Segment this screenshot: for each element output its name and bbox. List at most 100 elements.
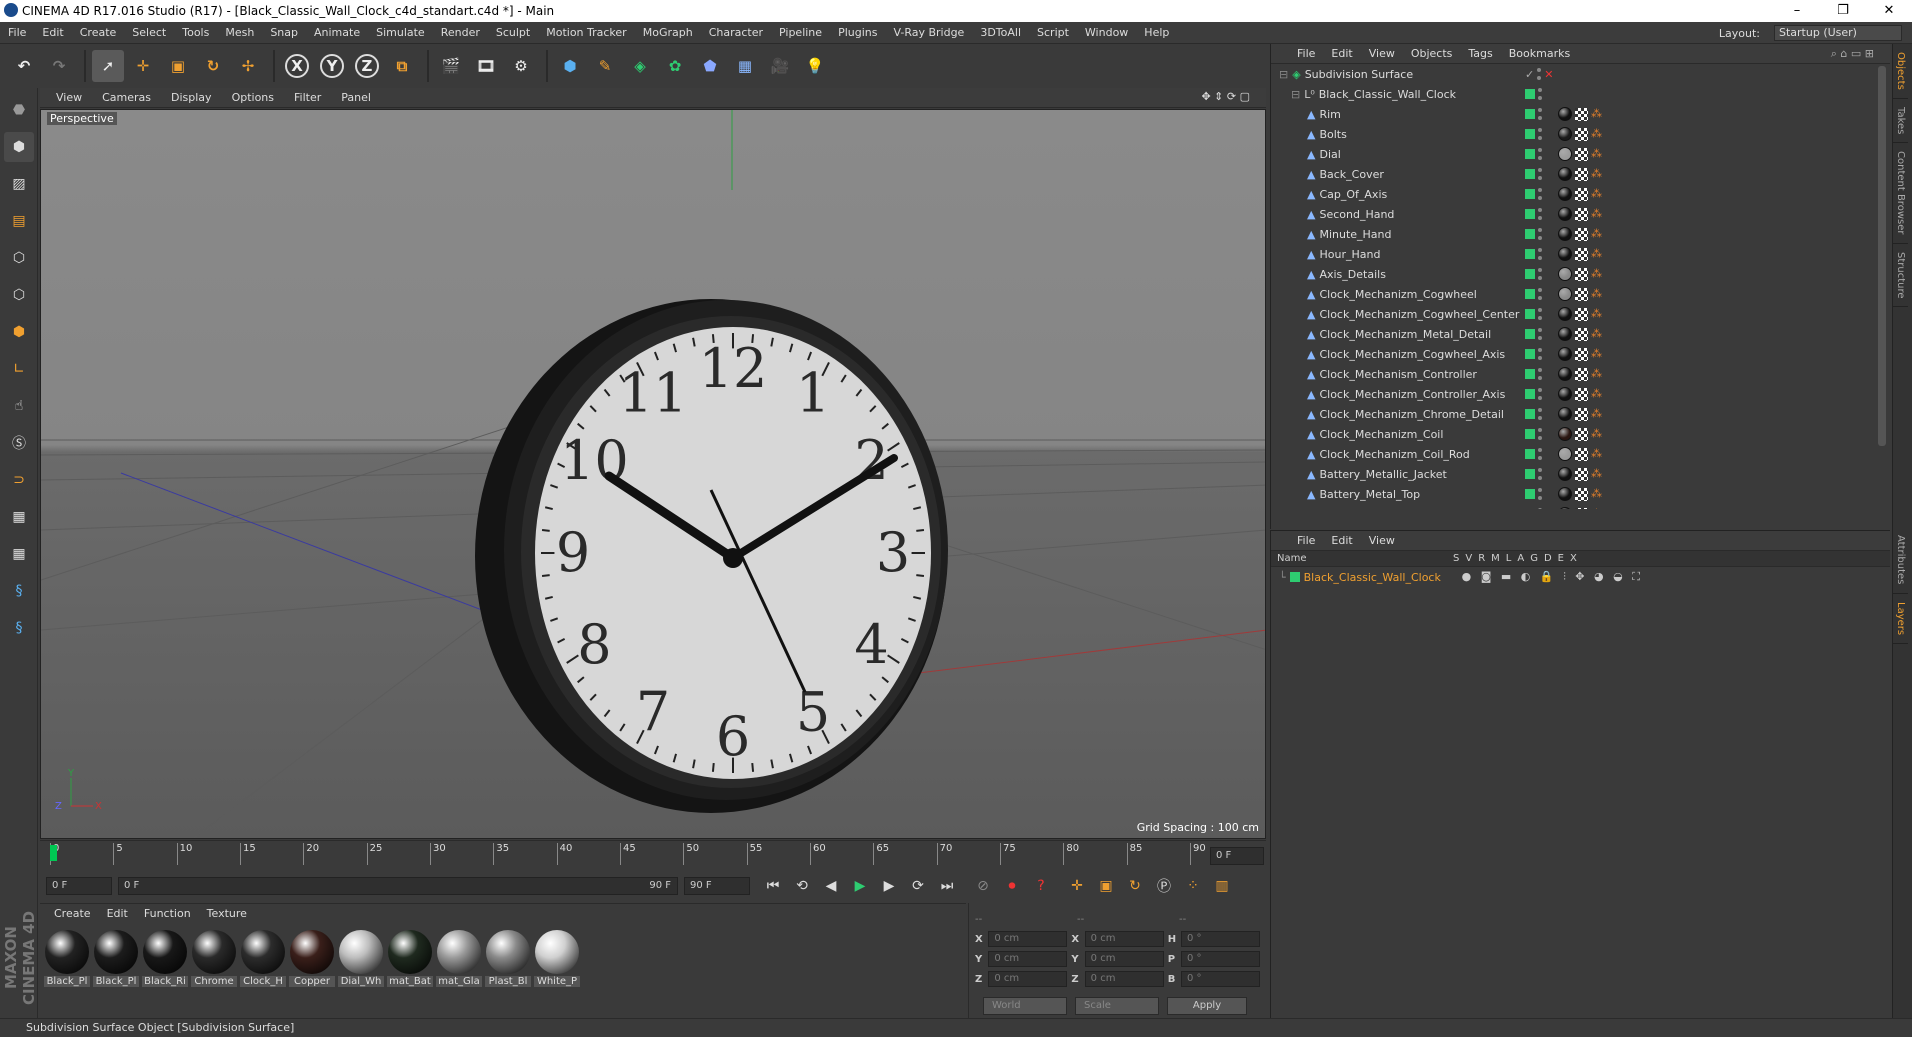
playhead[interactable]	[50, 845, 57, 861]
layer-color-dot[interactable]	[1525, 229, 1535, 239]
object-row[interactable]: ▲ Clock_Mechanizm_Coil_Rod ⁂	[1271, 444, 1890, 464]
visibility-dots[interactable]	[1538, 368, 1542, 380]
magnet-icon[interactable]: ⊃	[4, 465, 34, 495]
layer-color-dot[interactable]	[1525, 209, 1535, 219]
object-row[interactable]: ▲ Clock_Mechanizm_Chrome_Detail ⁂	[1271, 404, 1890, 424]
position-z-field[interactable]: 0 cm	[988, 971, 1068, 987]
material-menu-function[interactable]: Function	[136, 907, 199, 920]
edit-render-settings-icon[interactable]: ⚙	[505, 50, 537, 82]
material-swatch[interactable]: Dial_Wh	[338, 928, 384, 1014]
pla-key-icon[interactable]: ⁘	[1180, 873, 1206, 899]
position-y-field[interactable]: 0 cm	[988, 951, 1068, 967]
camera-icon[interactable]: 🎥	[764, 50, 796, 82]
subdivision-surface-icon[interactable]: ◈	[624, 50, 656, 82]
points-mode-icon[interactable]: ⬡	[4, 243, 34, 273]
workplane-mode-icon[interactable]: ▤	[4, 206, 34, 236]
previous-frame-icon[interactable]: ◀	[818, 873, 844, 899]
scale-tool-icon[interactable]: ▣	[162, 50, 194, 82]
uvw-tag-icon[interactable]	[1575, 367, 1588, 381]
uvw-tag-icon[interactable]	[1575, 147, 1588, 161]
python-script-icon[interactable]: §	[4, 613, 34, 643]
viewport-navigation-icons[interactable]: ✥ ⇕ ⟳ ▢	[1191, 90, 1260, 103]
rotate-key-icon[interactable]: ↻	[1122, 873, 1148, 899]
viewport-menu-cameras[interactable]: Cameras	[92, 91, 161, 104]
python-icon[interactable]: §	[4, 576, 34, 606]
make-editable-icon[interactable]: ⬣	[4, 95, 34, 125]
scale-key-icon[interactable]: ▣	[1093, 873, 1119, 899]
next-frame-icon[interactable]: ▶	[876, 873, 902, 899]
phong-tag-icon[interactable]: ⁂	[1591, 448, 1602, 460]
menu-select[interactable]: Select	[124, 26, 174, 39]
phong-tag-icon[interactable]: ⁂	[1591, 428, 1602, 440]
tab-content-browser[interactable]: Content Browser	[1893, 143, 1908, 244]
layer-color-swatch[interactable]	[1289, 572, 1300, 582]
visibility-dots[interactable]	[1538, 288, 1542, 300]
object-row[interactable]: ▲ Rim ⁂	[1271, 104, 1890, 124]
maximize-button[interactable]: ❐	[1820, 0, 1866, 22]
material-tag-icon[interactable]	[1558, 507, 1572, 509]
tab-structure[interactable]: Structure	[1893, 244, 1908, 308]
material-swatch[interactable]: Copper	[289, 928, 335, 1014]
menu-mograph[interactable]: MoGraph	[635, 26, 701, 39]
viewport-camera-label[interactable]: Perspective	[47, 112, 117, 125]
uvw-tag-icon[interactable]	[1575, 507, 1588, 509]
material-tag-icon[interactable]	[1558, 127, 1572, 141]
play-icon[interactable]: ▶	[847, 873, 873, 899]
frame-range-slider[interactable]: 0 F 90 F	[118, 877, 678, 895]
polygons-mode-icon[interactable]: ⬢	[4, 317, 34, 347]
next-key-icon[interactable]: ⟳	[905, 873, 931, 899]
objects-menu-bookmarks[interactable]: Bookmarks	[1501, 47, 1578, 60]
visibility-dots[interactable]	[1538, 508, 1542, 509]
floor-icon[interactable]: ▦	[729, 50, 761, 82]
object-row[interactable]: ▲ Hour_Hand ⁂	[1271, 244, 1890, 264]
phong-tag-icon[interactable]: ⁂	[1591, 148, 1602, 160]
object-row[interactable]: ▲ Back_Cover ⁂	[1271, 164, 1890, 184]
menu-help[interactable]: Help	[1136, 26, 1177, 39]
viewport-menu-panel[interactable]: Panel	[331, 91, 381, 104]
menu-motion-tracker[interactable]: Motion Tracker	[538, 26, 634, 39]
perspective-viewport[interactable]: 12 1 2 3 4 5 6 7 8 9 10 11 Y X Z Perspective Grid S…	[40, 109, 1266, 839]
render-view-icon[interactable]: 🎬	[435, 50, 467, 82]
objects-menu-objects[interactable]: Objects	[1403, 47, 1461, 60]
tree-item-root[interactable]: ⊟ ◈ Subdivision Surface ✓ ✕	[1271, 64, 1890, 84]
material-swatch[interactable]: mat_Gla	[436, 928, 482, 1014]
scale-dropdown[interactable]: Scale	[1075, 997, 1159, 1015]
viewport-menu-view[interactable]: View	[46, 91, 92, 104]
size-y-field[interactable]: 0 cm	[1084, 951, 1164, 967]
phong-tag-icon[interactable]: ⁂	[1591, 188, 1602, 200]
material-menu-edit[interactable]: Edit	[99, 907, 136, 920]
visibility-dots[interactable]	[1538, 488, 1542, 500]
tab-attributes[interactable]: Attributes	[1893, 527, 1908, 594]
material-tag-icon[interactable]	[1558, 327, 1572, 341]
phong-tag-icon[interactable]: ⁂	[1591, 508, 1602, 510]
object-row[interactable]: ▲ Clock_Mechanizm_Controller_Axis ⁂	[1271, 384, 1890, 404]
rotation-b-field[interactable]: 0 °	[1181, 971, 1261, 987]
material-tag-icon[interactable]	[1558, 367, 1572, 381]
object-row[interactable]: ▲ Cap_Of_Axis ⁂	[1271, 184, 1890, 204]
material-swatch[interactable]: Chrome	[191, 928, 237, 1014]
visibility-dots[interactable]	[1538, 208, 1542, 220]
object-row[interactable]: ▲ Clock_Mechanizm_Cogwheel ⁂	[1271, 284, 1890, 304]
objects-menu-tags[interactable]: Tags	[1460, 47, 1500, 60]
material-tag-icon[interactable]	[1558, 207, 1572, 221]
material-tag-icon[interactable]	[1558, 287, 1572, 301]
layer-color-dot[interactable]	[1525, 169, 1535, 179]
material-swatch[interactable]: mat_Bat	[387, 928, 433, 1014]
uvw-tag-icon[interactable]	[1575, 347, 1588, 361]
layer-color-dot[interactable]	[1525, 109, 1535, 119]
axis-mode-icon[interactable]: ∟	[4, 354, 34, 384]
live-select-icon[interactable]: ✢	[232, 50, 264, 82]
viewport-menu-display[interactable]: Display	[161, 91, 222, 104]
z-axis-lock-icon[interactable]: Z	[351, 50, 383, 82]
menu-mesh[interactable]: Mesh	[217, 26, 262, 39]
parameter-key-icon[interactable]: Ⓟ	[1151, 873, 1177, 899]
object-row[interactable]: ▲ Bolts ⁂	[1271, 124, 1890, 144]
layers-menu-view[interactable]: View	[1361, 534, 1403, 547]
material-tag-icon[interactable]	[1558, 107, 1572, 121]
rotation-p-field[interactable]: 0 °	[1181, 951, 1261, 967]
material-swatch[interactable]: Plast_Bl	[485, 928, 531, 1014]
apply-button[interactable]: Apply	[1167, 997, 1247, 1015]
visibility-dots[interactable]	[1538, 188, 1542, 200]
record-keyframe-icon[interactable]: ⏺	[999, 873, 1025, 899]
start-frame-field[interactable]: 0 F	[46, 877, 112, 895]
